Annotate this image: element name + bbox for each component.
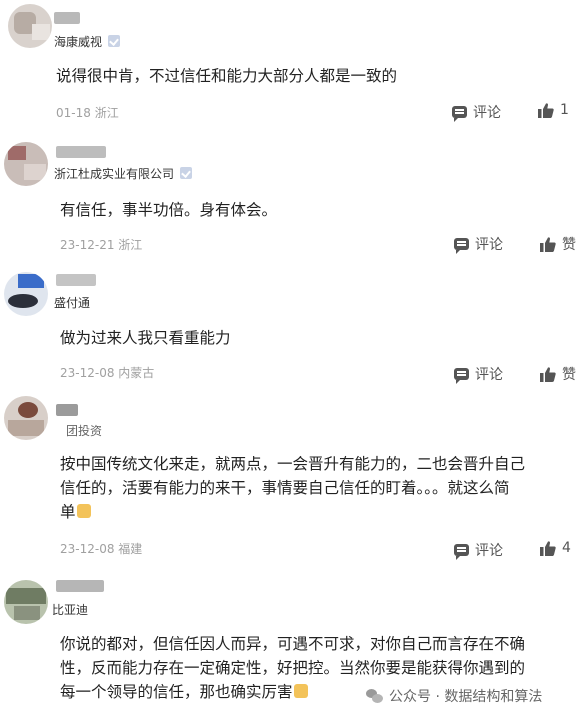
like-button[interactable]: 1 bbox=[538, 102, 569, 118]
emoji-icon bbox=[293, 684, 308, 698]
comment-meta: 23-12-21 浙江 bbox=[60, 238, 143, 252]
comment-text-line-last: 单 bbox=[60, 500, 580, 524]
comment-icon bbox=[452, 106, 467, 122]
username-blur bbox=[56, 274, 96, 286]
reply-button[interactable]: 评论 bbox=[454, 540, 503, 560]
comment-text: 说得很中肯，不过信任和能力大部分人都是一致的 bbox=[56, 67, 398, 85]
reply-button[interactable]: 评论 bbox=[454, 234, 503, 254]
comment-icon bbox=[454, 238, 469, 254]
username-blur bbox=[56, 580, 104, 592]
avatar[interactable] bbox=[4, 272, 48, 316]
comment-text-line: 你说的都对，但信任因人而异，可遇不可求，对你自己而言存在不确 bbox=[60, 635, 526, 653]
reply-button[interactable]: 评论 bbox=[452, 102, 501, 122]
like-button[interactable]: 赞 bbox=[540, 234, 576, 254]
thumbs-up-icon bbox=[538, 102, 554, 118]
username-blur bbox=[56, 404, 78, 416]
comment-text: 按中国传统文化来走，就两点，一会晋升有能力的，二也会晋升自己 信任的，活要有能力… bbox=[60, 452, 580, 524]
avatar[interactable] bbox=[4, 142, 48, 186]
username-blur bbox=[56, 146, 106, 158]
comment-text-line: 信任的，活要有能力的来干，事情要自己信任的盯着。。。就这么简 bbox=[60, 479, 510, 497]
comment-text: 做为过来人我只看重能力 bbox=[60, 329, 231, 347]
verified-icon bbox=[108, 35, 121, 47]
comment-meta: 23-12-08 福建 bbox=[60, 542, 143, 556]
comment-meta: 01-18 浙江 bbox=[56, 106, 119, 120]
username[interactable]: 团投资 bbox=[66, 422, 102, 439]
avatar[interactable] bbox=[4, 580, 48, 624]
like-button[interactable]: 赞 bbox=[540, 364, 576, 384]
comment-icon bbox=[454, 544, 469, 560]
comment-meta: 23-12-08 内蒙古 bbox=[60, 366, 155, 380]
watermark: 公众号 · 数据结构和算法 bbox=[366, 686, 542, 706]
comment-text-line: 按中国传统文化来走，就两点，一会晋升有能力的，二也会晋升自己 bbox=[60, 455, 526, 473]
username[interactable]: 海康威视 bbox=[54, 33, 121, 50]
comment-text-line: 性，反而能力存在一定确定性，好把控。当然你要是能获得你遇到的 bbox=[60, 659, 526, 677]
username[interactable]: 比亚迪 bbox=[52, 601, 88, 618]
username-blur bbox=[54, 12, 80, 24]
avatar[interactable] bbox=[4, 396, 48, 440]
thumbs-up-icon bbox=[540, 366, 556, 382]
verified-icon bbox=[180, 167, 193, 179]
thumbs-up-icon bbox=[540, 540, 556, 556]
wechat-icon bbox=[366, 688, 384, 704]
avatar[interactable] bbox=[8, 4, 52, 48]
comment-icon bbox=[454, 368, 469, 384]
comment-text: 有信任，事半功倍。身有体会。 bbox=[60, 201, 278, 219]
like-button[interactable]: 4 bbox=[540, 540, 571, 556]
thumbs-up-icon bbox=[540, 236, 556, 252]
emoji-icon bbox=[76, 504, 91, 518]
reply-button[interactable]: 评论 bbox=[454, 364, 503, 384]
username[interactable]: 浙江杜成实业有限公司 bbox=[54, 165, 193, 182]
username[interactable]: 盛付通 bbox=[54, 294, 90, 311]
